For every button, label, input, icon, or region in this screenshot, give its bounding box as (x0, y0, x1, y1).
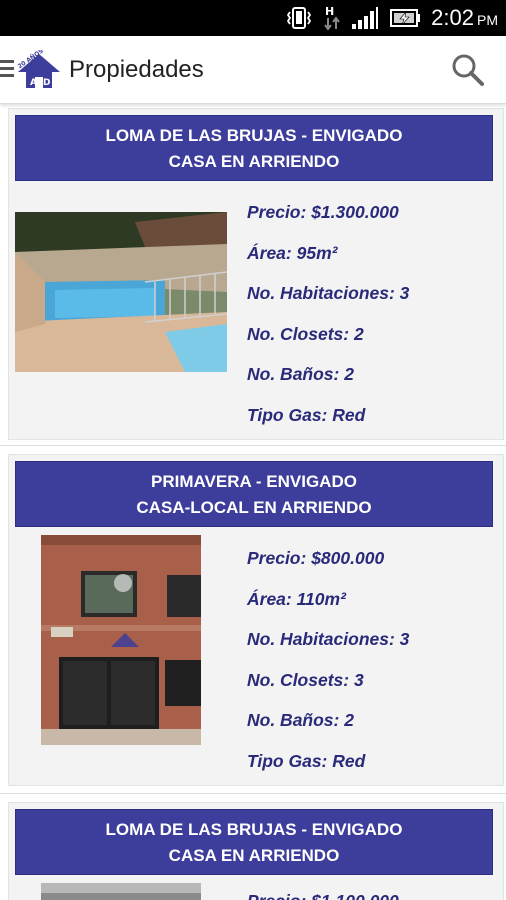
menu-icon[interactable] (0, 60, 14, 80)
property-location: PRIMAVERA - ENVIGADO (151, 472, 357, 491)
property-details: Precio: $800.000 Área: 110m² No. Habitac… (247, 538, 409, 781)
property-location: LOMA DE LAS BRUJAS - ENVIGADO (105, 126, 403, 145)
status-bar: H 2:02 PM (0, 0, 506, 36)
divider (0, 445, 506, 446)
price-label: Precio: $1.300.000 (247, 202, 399, 222)
property-photo[interactable] (15, 212, 227, 372)
property-photo[interactable] (41, 535, 201, 745)
property-card[interactable]: LOMA DE LAS BRUJAS - ENVIGADO CASA EN AR… (8, 108, 504, 440)
property-type: CASA-LOCAL EN ARRIENDO (136, 498, 372, 517)
property-header[interactable]: PRIMAVERA - ENVIGADO CASA-LOCAL EN ARRIE… (15, 461, 493, 527)
search-icon[interactable] (450, 52, 486, 88)
baths-label: No. Baños: 2 (247, 364, 354, 384)
svg-text:D: D (43, 78, 50, 88)
property-photo[interactable] (41, 883, 201, 900)
property-header[interactable]: LOMA DE LAS BRUJAS - ENVIGADO CASA EN AR… (15, 115, 493, 181)
property-list[interactable]: LOMA DE LAS BRUJAS - ENVIGADO CASA EN AR… (0, 104, 506, 900)
property-type: CASA EN ARRIENDO (168, 846, 340, 865)
property-header[interactable]: LOMA DE LAS BRUJAS - ENVIGADO CASA EN AR… (15, 809, 493, 875)
vibrate-icon (285, 7, 313, 29)
baths-label: No. Baños: 2 (247, 710, 354, 730)
clock: 2:02 PM (431, 5, 498, 30)
closets-label: No. Closets: 2 (247, 323, 364, 344)
area-label: Área: 110m² (247, 588, 346, 609)
property-details: Precio: $1.300.000 Área: 95m² No. Habita… (247, 192, 409, 435)
svg-text:A: A (30, 78, 37, 88)
property-type: CASA EN ARRIENDO (168, 152, 340, 171)
area-label: Área: 95m² (247, 242, 338, 263)
property-card[interactable]: PRIMAVERA - ENVIGADO CASA-LOCAL EN ARRIE… (8, 454, 504, 786)
rooms-label: No. Habitaciones: 3 (247, 283, 410, 303)
price-label: Precio: $800.000 (247, 548, 385, 568)
action-bar: A D 20 AÑOS Propiedades (0, 36, 506, 104)
gas-label: Tipo Gas: Red (247, 750, 366, 771)
data-transfer-icon: H (323, 4, 341, 32)
property-card[interactable]: LOMA DE LAS BRUJAS - ENVIGADO CASA EN AR… (8, 802, 504, 900)
signal-icon (351, 6, 379, 30)
divider (0, 793, 506, 794)
page-title: Propiedades (69, 56, 204, 83)
property-details: Precio: $1.100.000 (247, 881, 399, 900)
svg-text:H: H (325, 5, 334, 18)
property-location: LOMA DE LAS BRUJAS - ENVIGADO (105, 820, 403, 839)
rooms-label: No. Habitaciones: 3 (247, 629, 410, 649)
app-logo-icon[interactable]: A D 20 AÑOS (16, 48, 62, 90)
price-label: Precio: $1.100.000 (247, 881, 399, 900)
closets-label: No. Closets: 3 (247, 669, 364, 690)
gas-label: Tipo Gas: Red (247, 404, 366, 425)
battery-charging-icon (389, 8, 421, 28)
